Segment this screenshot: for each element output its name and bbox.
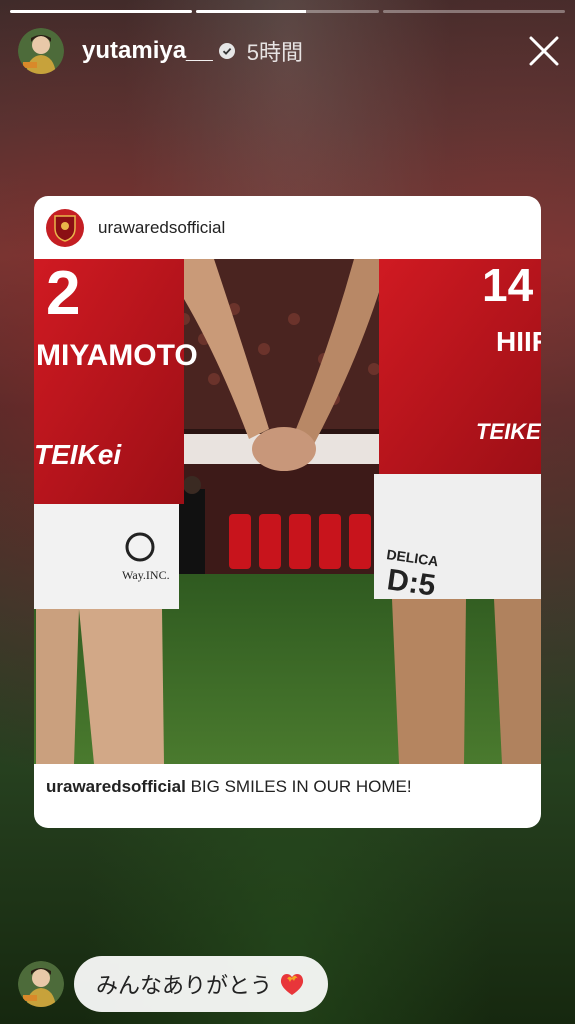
caption-username[interactable]: urawaredsofficial [46, 777, 186, 796]
reply-text: みんなありがとう [96, 973, 273, 998]
story-timestamp: 5時間 [246, 40, 303, 65]
post-photo[interactable]: 2 MIYAMOTO TEIKei Way.INC. 14 HIIRO TEIK… [34, 259, 541, 764]
post-caption: urawaredsofficial BIG SMILES IN OUR HOME… [46, 777, 412, 797]
left-sponsor: TEIKei [34, 439, 122, 470]
club-crest-avatar[interactable] [46, 208, 84, 247]
right-player-number: 14 [482, 259, 534, 311]
shared-post-card[interactable]: urawaredsofficial 2 MIYAMOTO TEIKei Way.… [34, 196, 541, 828]
reply-bubble: みんなありがとう [74, 956, 329, 1012]
progress-segment [10, 10, 193, 13]
caption-text: BIG SMILES IN OUR HOME! [190, 777, 412, 796]
user-avatar[interactable] [18, 28, 64, 74]
story-username[interactable]: yutamiya__ [82, 37, 213, 65]
progress-segment [196, 10, 379, 13]
progress-segment [382, 10, 565, 13]
right-shorts-sponsor-2: D:5 [385, 563, 437, 602]
close-icon[interactable] [527, 34, 561, 68]
right-player-name: HIIRO [496, 326, 541, 357]
left-player-number: 2 [46, 259, 80, 328]
post-account-name[interactable]: urawaredsofficial [98, 218, 225, 238]
story-progress [10, 10, 565, 13]
story-header: yutamiya__ 5時間 [18, 26, 561, 76]
right-sponsor: TEIKE [476, 419, 541, 444]
reply-avatar [18, 961, 64, 1007]
heart-on-fire-icon [280, 974, 304, 995]
left-player-name: MIYAMOTO [36, 339, 198, 372]
verified-badge-icon [218, 43, 235, 59]
post-header: urawaredsofficial [34, 196, 541, 259]
left-shorts-sponsor: Way.INC. [122, 568, 170, 582]
reply-row: みんなありがとう [18, 956, 329, 1012]
